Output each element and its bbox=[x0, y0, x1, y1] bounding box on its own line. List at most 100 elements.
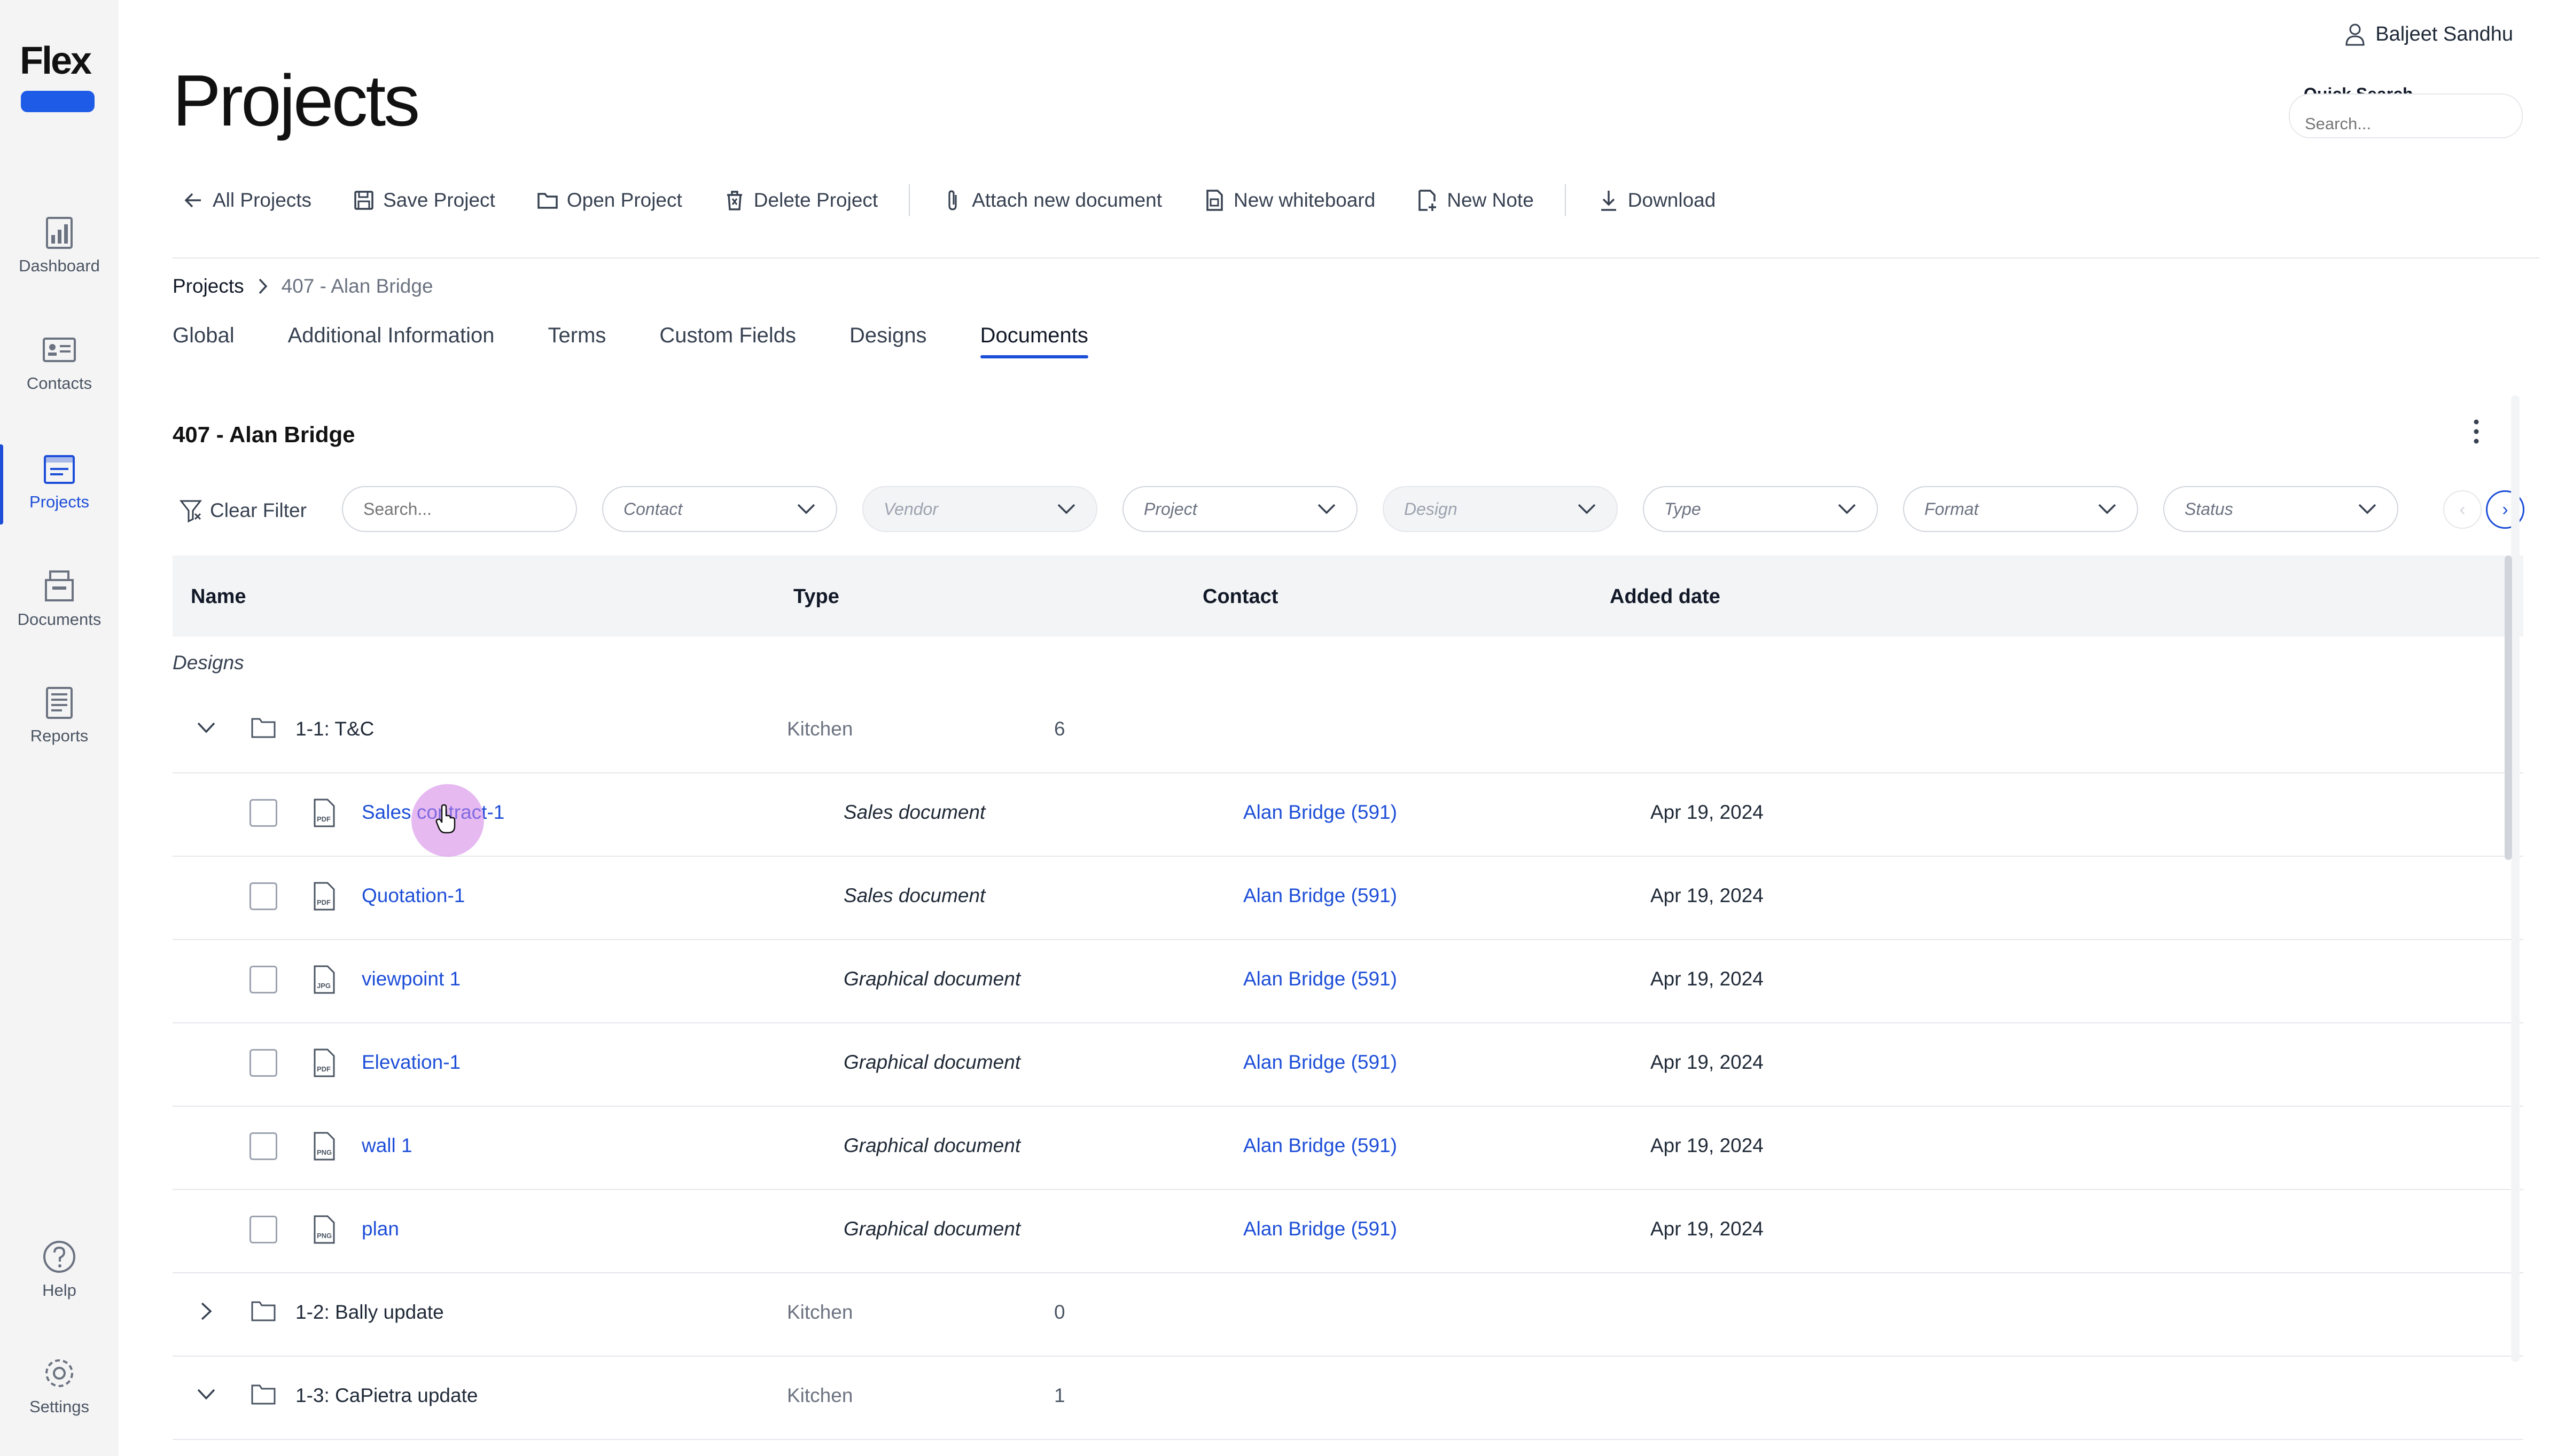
document-row[interactable]: PNG wall 1 Graphical document Alan Bridg… bbox=[173, 1106, 2523, 1190]
delete-project-button[interactable]: Delete Project bbox=[723, 189, 878, 212]
type-filter-dropdown[interactable]: Type bbox=[1643, 486, 1878, 532]
document-type: Sales document bbox=[844, 884, 986, 906]
projects-icon bbox=[44, 455, 75, 484]
document-name-link[interactable]: Elevation-1 bbox=[362, 1051, 461, 1074]
clear-filter-button[interactable]: Clear Filter bbox=[179, 498, 307, 523]
sidebar-item-contacts[interactable]: Contacts bbox=[0, 331, 119, 393]
folder-row[interactable]: 1-1: T&C Kitchen 6 bbox=[173, 689, 2523, 773]
project-tabs: Global Additional Information Terms Cust… bbox=[173, 324, 1142, 358]
app-logo[interactable]: Flex bbox=[20, 42, 95, 122]
clear-filter-label: Clear Filter bbox=[210, 499, 307, 521]
column-header-type[interactable]: Type bbox=[793, 585, 839, 608]
format-filter-dropdown[interactable]: Format bbox=[1903, 486, 2138, 532]
sidebar-item-projects[interactable]: Projects bbox=[0, 444, 119, 525]
pdf-file-icon: PDF bbox=[314, 882, 335, 911]
save-project-button[interactable]: Save Project bbox=[352, 189, 495, 212]
tab-documents[interactable]: Documents bbox=[980, 324, 1089, 358]
row-checkbox[interactable] bbox=[249, 1132, 277, 1160]
row-checkbox[interactable] bbox=[249, 966, 277, 993]
row-checkbox[interactable] bbox=[249, 1049, 277, 1077]
document-name-link[interactable]: plan bbox=[362, 1218, 399, 1240]
project-filter-dropdown[interactable]: Project bbox=[1122, 486, 1358, 532]
document-contact-link[interactable]: Alan Bridge (591) bbox=[1243, 801, 1397, 824]
sidebar-item-help[interactable]: Help bbox=[0, 1238, 119, 1300]
all-projects-button[interactable]: All Projects bbox=[182, 189, 311, 212]
document-contact-link[interactable]: Alan Bridge (591) bbox=[1243, 884, 1397, 907]
group-label-designs: Designs bbox=[173, 652, 244, 674]
toolbar-separator bbox=[1564, 184, 1566, 216]
whiteboard-icon bbox=[1206, 190, 1223, 211]
sidebar-item-documents[interactable]: Documents bbox=[0, 567, 119, 629]
svg-text:PDF: PDF bbox=[317, 898, 331, 906]
svg-text:PDF: PDF bbox=[317, 815, 331, 823]
dropdown-label: Project bbox=[1144, 499, 1197, 519]
filter-prev-button[interactable]: ‹ bbox=[2443, 490, 2482, 529]
tab-designs[interactable]: Designs bbox=[849, 324, 927, 358]
document-row[interactable]: PDF Sales contract-1 Sales document Alan… bbox=[173, 772, 2523, 857]
new-whiteboard-label: New whiteboard bbox=[1234, 189, 1376, 211]
column-header-name[interactable]: Name bbox=[191, 585, 246, 608]
document-contact-link[interactable]: Alan Bridge (591) bbox=[1243, 1218, 1397, 1240]
document-type: Graphical document bbox=[844, 1134, 1021, 1156]
sidebar-item-settings[interactable]: Settings bbox=[0, 1355, 119, 1416]
row-checkbox[interactable] bbox=[249, 799, 277, 827]
open-project-button[interactable]: Open Project bbox=[536, 189, 682, 212]
more-options-icon[interactable] bbox=[2468, 418, 2484, 445]
chevron-down-icon bbox=[1578, 504, 1596, 514]
chevron-down-icon[interactable] bbox=[194, 1382, 219, 1407]
document-row[interactable]: JPG viewpoint 1 Graphical document Alan … bbox=[173, 939, 2523, 1023]
breadcrumb-projects-link[interactable]: Projects bbox=[173, 275, 244, 298]
sidebar: Flex Dashboard Contacts Projects Documen… bbox=[0, 0, 119, 1456]
document-row[interactable]: PDF Quotation-1 Sales document Alan Brid… bbox=[173, 856, 2523, 940]
column-header-contact[interactable]: Contact bbox=[1203, 585, 1278, 608]
document-date: Apr 19, 2024 bbox=[1650, 1051, 1764, 1073]
document-name-link[interactable]: Quotation-1 bbox=[362, 884, 465, 907]
chevron-right-icon bbox=[259, 278, 268, 294]
sidebar-item-label: Projects bbox=[29, 492, 89, 511]
delete-project-label: Delete Project bbox=[753, 189, 878, 211]
svg-text:PNG: PNG bbox=[317, 1232, 332, 1240]
content-scrollbar-track[interactable] bbox=[2511, 395, 2520, 1362]
column-header-added-date[interactable]: Added date bbox=[1610, 585, 1720, 608]
sidebar-item-label: Dashboard bbox=[19, 256, 100, 275]
document-contact-link[interactable]: Alan Bridge (591) bbox=[1243, 1134, 1397, 1157]
document-row[interactable]: PNG plan Graphical document Alan Bridge … bbox=[173, 1189, 2523, 1273]
download-button[interactable]: Download bbox=[1597, 189, 1716, 212]
filter-search-input[interactable] bbox=[342, 486, 577, 532]
chevron-down-icon[interactable] bbox=[194, 716, 219, 740]
chevron-right-icon[interactable] bbox=[194, 1299, 219, 1324]
dropdown-label: Vendor bbox=[884, 499, 938, 519]
document-contact-link[interactable]: Alan Bridge (591) bbox=[1243, 968, 1397, 990]
content-scrollbar-thumb[interactable] bbox=[2505, 555, 2512, 860]
quick-search-input[interactable] bbox=[2289, 93, 2523, 138]
sidebar-item-dashboard[interactable]: Dashboard bbox=[0, 214, 119, 276]
chevron-down-icon bbox=[1317, 504, 1336, 514]
document-row[interactable]: PDF Elevation-1 Graphical document Alan … bbox=[173, 1022, 2523, 1107]
folder-count: 0 bbox=[1054, 1301, 1065, 1323]
trash-icon bbox=[727, 191, 742, 210]
tab-global[interactable]: Global bbox=[173, 324, 235, 358]
row-checkbox[interactable] bbox=[249, 1216, 277, 1243]
note-add-icon bbox=[1418, 190, 1437, 211]
document-type: Graphical document bbox=[844, 968, 1021, 990]
png-file-icon: PNG bbox=[314, 1215, 335, 1244]
row-checkbox[interactable] bbox=[249, 882, 277, 910]
folder-row[interactable]: 1-2: Bally update Kitchen 0 bbox=[173, 1272, 2523, 1357]
folder-row[interactable]: 1-3: CaPietra update Kitchen 1 bbox=[173, 1356, 2523, 1440]
tab-terms[interactable]: Terms bbox=[548, 324, 606, 358]
svg-text:PNG: PNG bbox=[317, 1148, 332, 1156]
filter-clear-icon bbox=[179, 500, 202, 523]
document-contact-link[interactable]: Alan Bridge (591) bbox=[1243, 1051, 1397, 1074]
document-name-link[interactable]: wall 1 bbox=[362, 1134, 412, 1157]
new-whiteboard-button[interactable]: New whiteboard bbox=[1203, 189, 1375, 212]
status-filter-dropdown[interactable]: Status bbox=[2163, 486, 2398, 532]
contact-filter-dropdown[interactable]: Contact bbox=[602, 486, 837, 532]
tab-additional-information[interactable]: Additional Information bbox=[288, 324, 495, 358]
new-note-button[interactable]: New Note bbox=[1416, 189, 1534, 212]
contacts-icon bbox=[43, 338, 76, 362]
attach-document-button[interactable]: Attach new document bbox=[941, 189, 1162, 212]
sidebar-item-reports[interactable]: Reports bbox=[0, 684, 119, 746]
document-name-link[interactable]: viewpoint 1 bbox=[362, 968, 461, 990]
tab-custom-fields[interactable]: Custom Fields bbox=[659, 324, 796, 358]
user-menu[interactable]: Baljeet Sandhu bbox=[2344, 22, 2513, 46]
